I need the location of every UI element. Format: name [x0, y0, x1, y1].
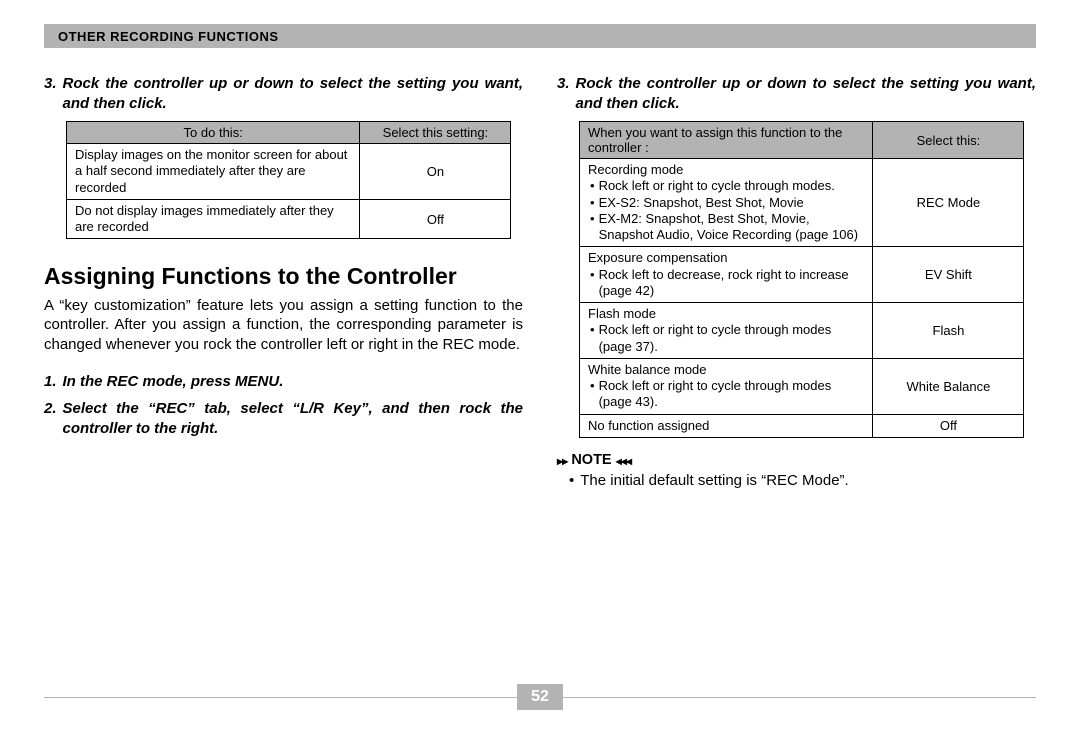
table-row: No function assigned Off [580, 414, 1024, 437]
left-step-1: 1. In the REC mode, press MENU. [44, 372, 523, 392]
table1-row1-val: Off [360, 199, 511, 239]
table2-header-right: Select this: [873, 122, 1024, 159]
page-footer: 52 [44, 684, 1036, 710]
footer-rule-left [44, 697, 517, 698]
row-bullet: •Rock left or right to cycle through mod… [588, 378, 864, 411]
page-number: 52 [517, 684, 563, 710]
note-heading: NOTE [557, 452, 1036, 468]
footer-rule-right [563, 697, 1036, 698]
note-label: NOTE [571, 452, 611, 468]
row-bullet: •Rock left or right to cycle through mod… [588, 322, 864, 355]
left-step-2: 2. Select the “REC” tab, select “L/R Key… [44, 399, 523, 438]
step-text: Select the “REC” tab, select “L/R Key”, … [63, 399, 523, 438]
bullet-dot-icon: • [569, 472, 574, 489]
table2-row0-desc: Recording mode •Rock left or right to cy… [580, 159, 873, 247]
table2-row2-val: Flash [873, 303, 1024, 359]
note-bullet-row: • The initial default setting is “REC Mo… [569, 472, 1036, 489]
row-bullet: •EX-S2: Snapshot, Best Shot, Movie [588, 195, 864, 211]
table1-header-left: To do this: [67, 122, 360, 144]
triangle-left-icon [616, 452, 631, 468]
note-bullet-text: The initial default setting is “REC Mode… [580, 472, 848, 489]
row-head: Flash mode [588, 306, 864, 322]
table1-row0-val: On [360, 144, 511, 200]
step-text: In the REC mode, press MENU. [63, 372, 523, 392]
row-bullet: •Rock left to decrease, rock right to in… [588, 267, 864, 300]
triangle-right-icon [557, 452, 567, 468]
table2-row2-desc: Flash mode •Rock left or right to cycle … [580, 303, 873, 359]
step-number: 1. [44, 372, 57, 392]
note-bullet-list: • The initial default setting is “REC Mo… [569, 472, 1036, 489]
row-head: White balance mode [588, 362, 864, 378]
table2-row1-desc: Exposure compensation •Rock left to decr… [580, 247, 873, 303]
row-head: No function assigned [588, 418, 864, 434]
table2-header-left: When you want to assign this function to… [580, 122, 873, 159]
table2-row0-val: REC Mode [873, 159, 1024, 247]
step-text: Rock the controller up or down to select… [576, 74, 1036, 113]
table2-row4-desc: No function assigned [580, 414, 873, 437]
table-row: Do not display images immediately after … [67, 199, 511, 239]
table2-row3-desc: White balance mode •Rock left or right t… [580, 358, 873, 414]
table-row: White balance mode •Rock left or right t… [580, 358, 1024, 414]
table2-row4-val: Off [873, 414, 1024, 437]
step-number: 3. [44, 74, 57, 113]
section-header-bar: OTHER RECORDING FUNCTIONS [44, 24, 1036, 48]
section-header-text: OTHER RECORDING FUNCTIONS [58, 29, 279, 44]
section-title: Assigning Functions to the Controller [44, 263, 523, 290]
right-step-3: 3. Rock the controller up or down to sel… [557, 74, 1036, 113]
left-step-3: 3. Rock the controller up or down to sel… [44, 74, 523, 113]
manual-page: OTHER RECORDING FUNCTIONS 3. Rock the co… [0, 0, 1080, 730]
table-row: Display images on the monitor screen for… [67, 144, 511, 200]
step-text: Rock the controller up or down to select… [63, 74, 523, 113]
table2-row3-val: White Balance [873, 358, 1024, 414]
review-setting-table: To do this: Select this setting: Display… [66, 121, 511, 239]
right-column: 3. Rock the controller up or down to sel… [557, 68, 1036, 489]
row-bullet: •Rock left or right to cycle through mod… [588, 178, 864, 194]
row-head: Exposure compensation [588, 250, 864, 266]
table-row: Flash mode •Rock left or right to cycle … [580, 303, 1024, 359]
table2-row1-val: EV Shift [873, 247, 1024, 303]
left-column: 3. Rock the controller up or down to sel… [44, 68, 523, 489]
table1-row1-desc: Do not display images immediately after … [67, 199, 360, 239]
table-row: Recording mode •Rock left or right to cy… [580, 159, 1024, 247]
table-row: Exposure compensation •Rock left to decr… [580, 247, 1024, 303]
row-head: Recording mode [588, 162, 864, 178]
step-number: 2. [44, 399, 57, 438]
section-paragraph: A “key customization” feature lets you a… [44, 296, 523, 354]
table1-header-right: Select this setting: [360, 122, 511, 144]
row-bullet: •EX-M2: Snapshot, Best Shot, Movie, Snap… [588, 211, 864, 244]
two-column-layout: 3. Rock the controller up or down to sel… [44, 68, 1036, 489]
lr-key-assignment-table: When you want to assign this function to… [579, 121, 1024, 438]
step-number: 3. [557, 74, 570, 113]
table1-row0-desc: Display images on the monitor screen for… [67, 144, 360, 200]
